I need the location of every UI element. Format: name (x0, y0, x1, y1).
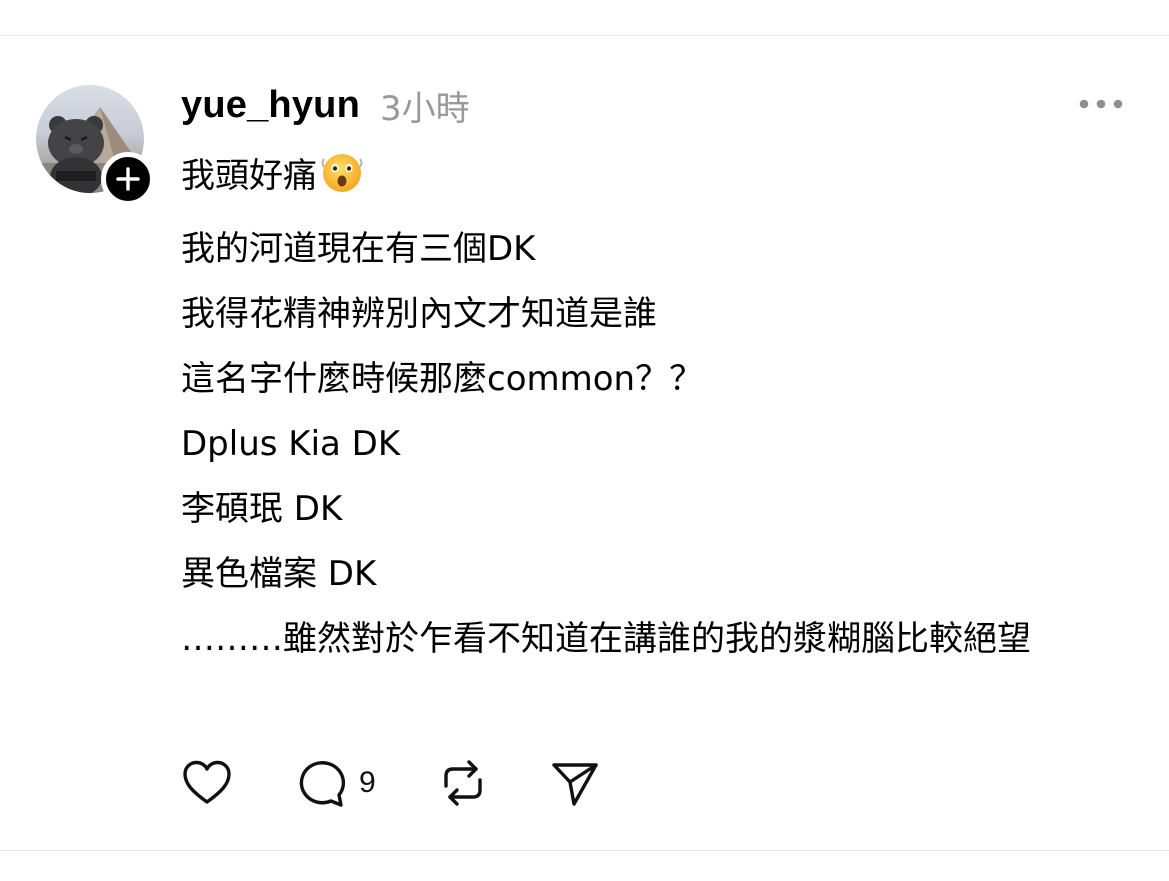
plus-icon (116, 167, 140, 191)
post-body: 我頭好痛 我的河道現在有三個DK 我得花精神辨別內文才知道是誰 這名字什麼時候那… (181, 144, 1141, 672)
more-horizontal-icon (1079, 99, 1123, 109)
follow-button[interactable] (101, 152, 155, 206)
post-line: 我頭好痛 (181, 144, 1141, 217)
timestamp[interactable]: 3小時 (380, 81, 470, 130)
reply-button[interactable]: 9 (295, 757, 376, 809)
comment-icon (299, 761, 346, 807)
astonished-face-emoji-icon (319, 149, 365, 217)
heart-icon (183, 760, 231, 804)
post-line: 李碩珉 DK (181, 489, 343, 529)
repost-button[interactable] (438, 758, 488, 808)
repost-icon (443, 760, 482, 806)
like-button[interactable] (181, 759, 233, 807)
send-icon (551, 763, 598, 806)
post-line: ………雖然對於乍看不知道在講誰的我的漿糊腦比較絕望 (181, 619, 1031, 659)
post-header: yue_hyun 3小時 (181, 80, 470, 130)
share-button[interactable] (550, 758, 600, 808)
post-line: Dplus Kia DK (181, 424, 401, 464)
top-divider (0, 35, 1169, 36)
bottom-divider (0, 850, 1169, 851)
post-line: 我得花精神辨別內文才知道是誰 (181, 294, 657, 334)
post-line: 這名字什麼時候那麼common？？ (181, 359, 704, 399)
more-button[interactable] (1076, 90, 1126, 118)
post-line-text: 我頭好痛 (181, 156, 317, 196)
post-line: 我的河道現在有三個DK (181, 229, 536, 269)
username[interactable]: yue_hyun (181, 84, 360, 127)
post-line: 異色檔案 DK (181, 554, 377, 594)
reply-count: 9 (359, 766, 376, 799)
action-bar: 9 (181, 755, 662, 811)
